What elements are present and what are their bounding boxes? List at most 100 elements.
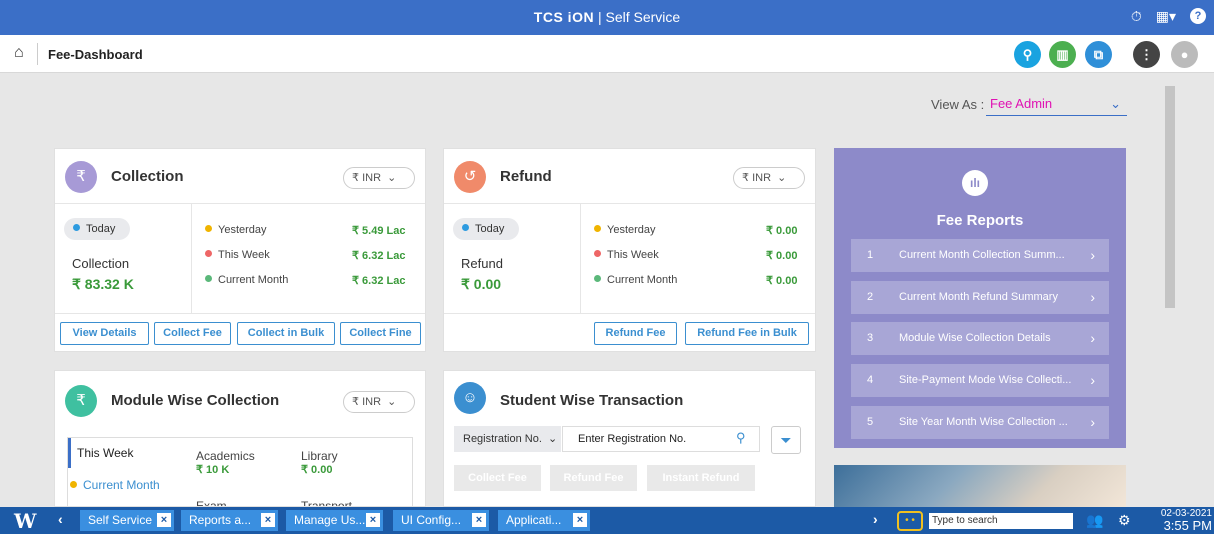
scrollbar-thumb[interactable]: [1165, 86, 1175, 308]
close-icon: ×: [573, 513, 587, 527]
collect-in-bulk-button[interactable]: Collect in Bulk: [237, 322, 335, 345]
today-panel: Today Refund ₹ 0.00: [444, 204, 580, 313]
users-icon[interactable]: 👥: [1086, 512, 1103, 529]
top-bar: TCS iON | Self Service ⏱ ▦▾ ?: [0, 0, 1214, 35]
currency-select[interactable]: ₹ INR ⌄: [343, 391, 415, 413]
registration-input[interactable]: Enter Registration No.: [562, 426, 760, 452]
start-logo[interactable]: W: [14, 509, 36, 533]
module-tabs: This Week Current Month: [67, 437, 413, 506]
today-pill[interactable]: Today: [64, 218, 130, 240]
view-as-label: View As :: [931, 97, 985, 112]
module-label: Exam: [196, 499, 227, 507]
home-icon[interactable]: ⌂: [14, 44, 24, 62]
refund-fee-button[interactable]: Refund Fee: [594, 322, 677, 345]
report-item[interactable]: 2 Current Month Refund Summary ›: [851, 281, 1109, 314]
taskbar-item[interactable]: Reports a... ×: [181, 510, 278, 531]
view-as-select[interactable]: Fee Admin ⌄: [986, 94, 1127, 116]
close-icon: ×: [366, 513, 380, 527]
page-title: Fee-Dashboard: [48, 47, 143, 62]
amount-value: ₹ 0.00: [461, 276, 502, 292]
dashboard-content: View As : Fee Admin ⌄ ₹ Collection ₹ INR…: [0, 74, 1164, 507]
bot-icon[interactable]: • •: [897, 511, 923, 531]
chevron-right-icon: ›: [1090, 330, 1095, 346]
rupee-icon: ₹: [65, 385, 97, 417]
page-header: ⌂ Fee-Dashboard ⚲ ▥ ⧉ ⋮ ●: [0, 35, 1214, 73]
filter-icon[interactable]: ⏷: [771, 426, 801, 454]
module-value: ₹ 0.00: [301, 464, 333, 476]
row-label: Current Month: [205, 274, 288, 286]
money-icon: ₹: [65, 161, 97, 193]
columns-icon[interactable]: ▥: [1049, 41, 1076, 68]
report-item[interactable]: 4 Site-Payment Mode Wise Collecti... ›: [851, 364, 1109, 397]
divider: [37, 43, 38, 65]
row-value: ₹ 0.00: [766, 225, 798, 237]
row-label: Yesterday: [205, 224, 267, 236]
close-icon: ×: [472, 513, 486, 527]
taskbar-search[interactable]: Type to search: [929, 513, 1073, 529]
tab-this-week[interactable]: This Week: [68, 438, 180, 468]
taskbar: W ‹ Self Service × Reports a... × Manage U…: [0, 507, 1214, 534]
view-details-button[interactable]: View Details: [60, 322, 149, 345]
collect-fee-button[interactable]: Collect Fee: [154, 322, 231, 345]
row-label: This Week: [594, 249, 659, 261]
refund-icon: ↺: [454, 161, 486, 193]
taskbar-item[interactable]: Manage Us... ×: [286, 510, 383, 531]
chevron-right-icon: ›: [1090, 414, 1095, 430]
report-item[interactable]: 1 Current Month Collection Summ... ›: [851, 239, 1109, 272]
collect-fee-button[interactable]: Collect Fee: [454, 465, 541, 491]
amount-label: Refund: [461, 256, 503, 271]
avatar[interactable]: ●: [1171, 41, 1198, 68]
divider: [580, 204, 581, 313]
more-icon[interactable]: ⋮: [1133, 41, 1160, 68]
gear-icon[interactable]: ⚙: [1118, 512, 1131, 529]
row-label: Yesterday: [594, 224, 656, 236]
clock: 02-03-2021 3:55 PM: [1158, 508, 1212, 532]
report-item[interactable]: 3 Module Wise Collection Details ›: [851, 322, 1109, 355]
refund-fee-in-bulk-button[interactable]: Refund Fee in Bulk: [685, 322, 809, 345]
taskbar-item[interactable]: UI Config... ×: [393, 510, 489, 531]
card-actions: Refund Fee Refund Fee in Bulk: [444, 313, 815, 353]
taskbar-item[interactable]: Applicati... ×: [498, 510, 590, 531]
module-label: Academics: [196, 449, 255, 463]
registration-select[interactable]: Registration No. ⌄: [454, 426, 561, 452]
today-label: Today: [475, 223, 505, 235]
close-icon: ×: [157, 513, 171, 527]
apps-grid-icon[interactable]: ▦▾: [1156, 8, 1176, 25]
status-dot: [462, 224, 469, 231]
refund-fee-button[interactable]: Refund Fee: [550, 465, 637, 491]
search-icon[interactable]: ⚲: [1014, 41, 1041, 68]
taskbar-item[interactable]: Self Service ×: [80, 510, 174, 531]
today-pill[interactable]: Today: [453, 218, 519, 240]
card-title: Refund: [500, 168, 552, 185]
row-value: ₹ 6.32 Lac: [352, 275, 406, 287]
row-value: ₹ 6.32 Lac: [352, 250, 406, 262]
currency-value: INR: [362, 396, 382, 408]
fee-reports-panel: ılı Fee Reports 1 Current Month Collectio…: [834, 148, 1126, 448]
currency-value: INR: [752, 172, 772, 184]
currency-select[interactable]: ₹ INR ⌄: [343, 167, 415, 189]
module-label: Library: [301, 449, 338, 463]
scrollbar[interactable]: [1164, 74, 1178, 507]
chevron-down-icon: ⌄: [1110, 96, 1121, 111]
tab-current-month[interactable]: Current Month: [68, 470, 162, 500]
currency-select[interactable]: ₹ INR ⌄: [733, 167, 805, 189]
time: 3:55 PM: [1163, 518, 1212, 533]
chevron-right-icon: ›: [1090, 289, 1095, 305]
instant-refund-button[interactable]: Instant Refund: [647, 465, 755, 491]
timer-icon[interactable]: ⏱: [1131, 8, 1142, 25]
report-item[interactable]: 5 Site Year Month Wise Collection ... ›: [851, 406, 1109, 439]
collect-fine-button[interactable]: Collect Fine: [340, 322, 421, 345]
search-icon[interactable]: ⚲: [736, 430, 746, 446]
settings-monitor-icon[interactable]: ⧉: [1085, 41, 1112, 68]
view-as-value: Fee Admin: [990, 96, 1053, 111]
row-label: Current Month: [594, 274, 677, 286]
card-title: Student Wise Transaction: [500, 392, 684, 409]
chevron-right-icon: ›: [1090, 372, 1095, 388]
row-value: ₹ 0.00: [766, 250, 798, 262]
currency-value: INR: [362, 172, 382, 184]
module-value: ₹ 10 K: [196, 464, 230, 476]
chevron-left-icon[interactable]: ‹: [58, 511, 63, 527]
chevron-right-icon[interactable]: ›: [873, 511, 878, 527]
fee-reports-title: Fee Reports: [936, 212, 1024, 229]
help-icon[interactable]: ?: [1190, 8, 1206, 24]
